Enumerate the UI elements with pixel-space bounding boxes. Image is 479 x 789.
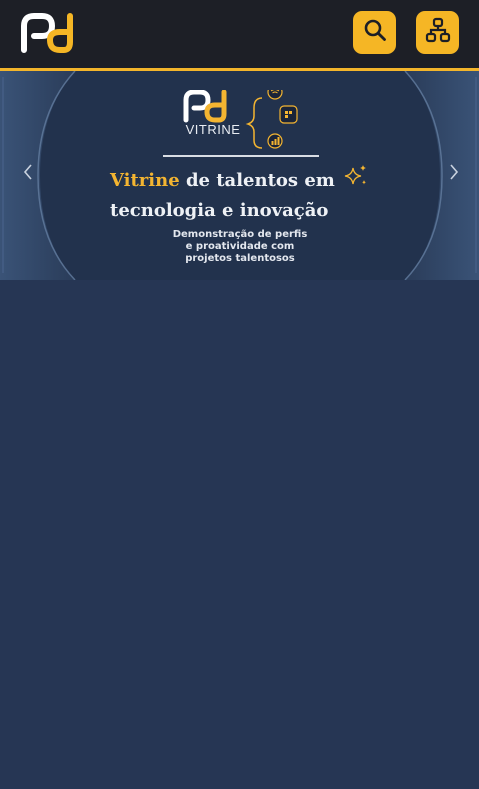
sparkle-icon: [344, 165, 366, 185]
main-content-area: [0, 280, 479, 789]
banner-headline: Vitrine de talentos em tecnologia e inov…: [110, 166, 370, 226]
headline-accent: Vitrine: [110, 170, 180, 191]
banner-carousel[interactable]: VITRINE Vitrine de talentos em tecnologi…: [0, 71, 479, 280]
search-icon: [363, 18, 387, 47]
chevron-left-icon: [22, 163, 34, 186]
top-bar: [0, 0, 479, 68]
subtitle-line1: Demonstração de perfis: [172, 229, 308, 240]
network-button[interactable]: [416, 11, 459, 54]
banner-subtitle: Demonstração de perfis e proatividade co…: [150, 229, 330, 265]
headline-line1-rest: de talentos em: [179, 170, 335, 191]
chevron-right-icon: [448, 163, 460, 186]
pd-logo[interactable]: [20, 12, 74, 54]
subtitle-line3: projetos talentosos: [185, 253, 295, 264]
carousel-prev-button[interactable]: [18, 159, 38, 189]
vitrine-brand-label: VITRINE: [185, 122, 241, 137]
carousel-next-button[interactable]: [444, 159, 464, 189]
search-button[interactable]: [353, 11, 396, 54]
subtitle-line2: e proatividade com: [185, 241, 295, 252]
headline-line2: tecnologia e inovação: [110, 200, 329, 221]
banner-divider: [163, 155, 319, 157]
sitemap-icon: [425, 17, 451, 48]
